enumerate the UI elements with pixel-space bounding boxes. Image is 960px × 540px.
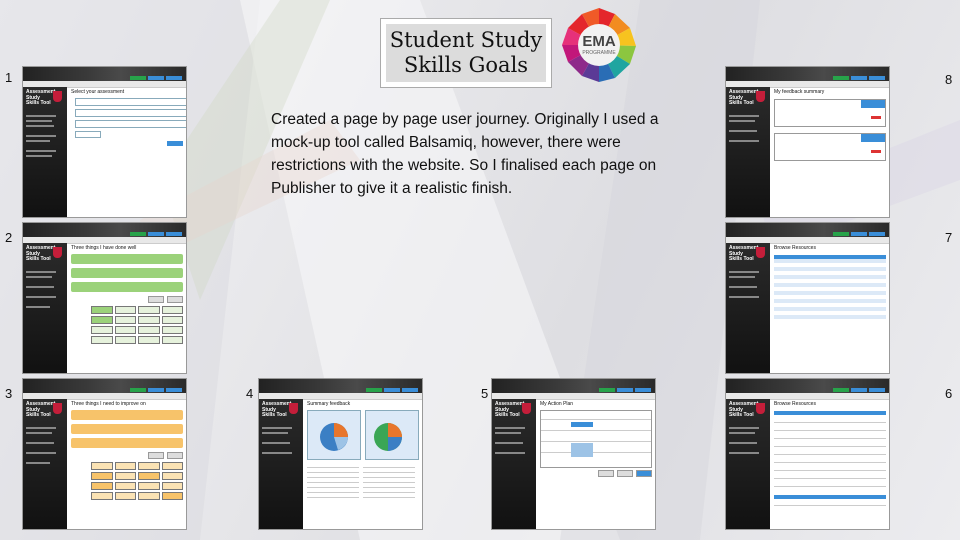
title-line-1: Student Study <box>389 28 543 52</box>
screen-1-heading: Select your assessment <box>71 89 125 95</box>
screenshot-8: Assessment Study Skills Tool My feedback… <box>725 66 890 218</box>
number-4: 4 <box>246 386 254 401</box>
screen-8-heading: My feedback summary <box>774 89 825 95</box>
logo-subtext: PROGRAMME <box>582 50 616 56</box>
logo-text: EMA <box>582 33 616 50</box>
ema-programme-logo: EMA PROGRAMME <box>560 6 638 84</box>
screenshot-4: Assessment Study Skills Tool Summary fee… <box>258 378 423 530</box>
title-line-2: Skills Goals <box>403 53 529 77</box>
screenshot-1: Assessment Study Skills Tool Select your… <box>22 66 187 218</box>
screen-7-heading: Browse Resources <box>774 245 816 251</box>
screen-2-heading: Three things I have done well <box>71 245 137 251</box>
number-1: 1 <box>5 70 13 85</box>
number-2: 2 <box>5 230 13 245</box>
screen-5-heading: My Action Plan <box>540 401 574 407</box>
screenshot-7: Assessment Study Skills Tool Browse Reso… <box>725 222 890 374</box>
screenshot-6: Assessment Study Skills Tool Browse Reso… <box>725 378 890 530</box>
title-box: Student Study Skills Goals <box>380 18 552 88</box>
screen-3-heading: Three things I need to improve on <box>71 401 146 407</box>
number-7: 7 <box>945 230 953 245</box>
screenshot-3: Assessment Study Skills Tool Three thing… <box>22 378 187 530</box>
screenshot-2: Assessment Study Skills Tool Three thing… <box>22 222 187 374</box>
screenshot-5: Assessment Study Skills Tool My Action P… <box>491 378 656 530</box>
description-text: Created a page by page user journey. Ori… <box>271 111 659 197</box>
screen-6-heading: Browse Resources <box>774 401 816 407</box>
number-6: 6 <box>945 386 953 401</box>
number-5: 5 <box>481 386 489 401</box>
number-8: 8 <box>945 72 953 87</box>
screen-4-heading: Summary feedback <box>307 401 351 407</box>
number-3: 3 <box>5 386 13 401</box>
